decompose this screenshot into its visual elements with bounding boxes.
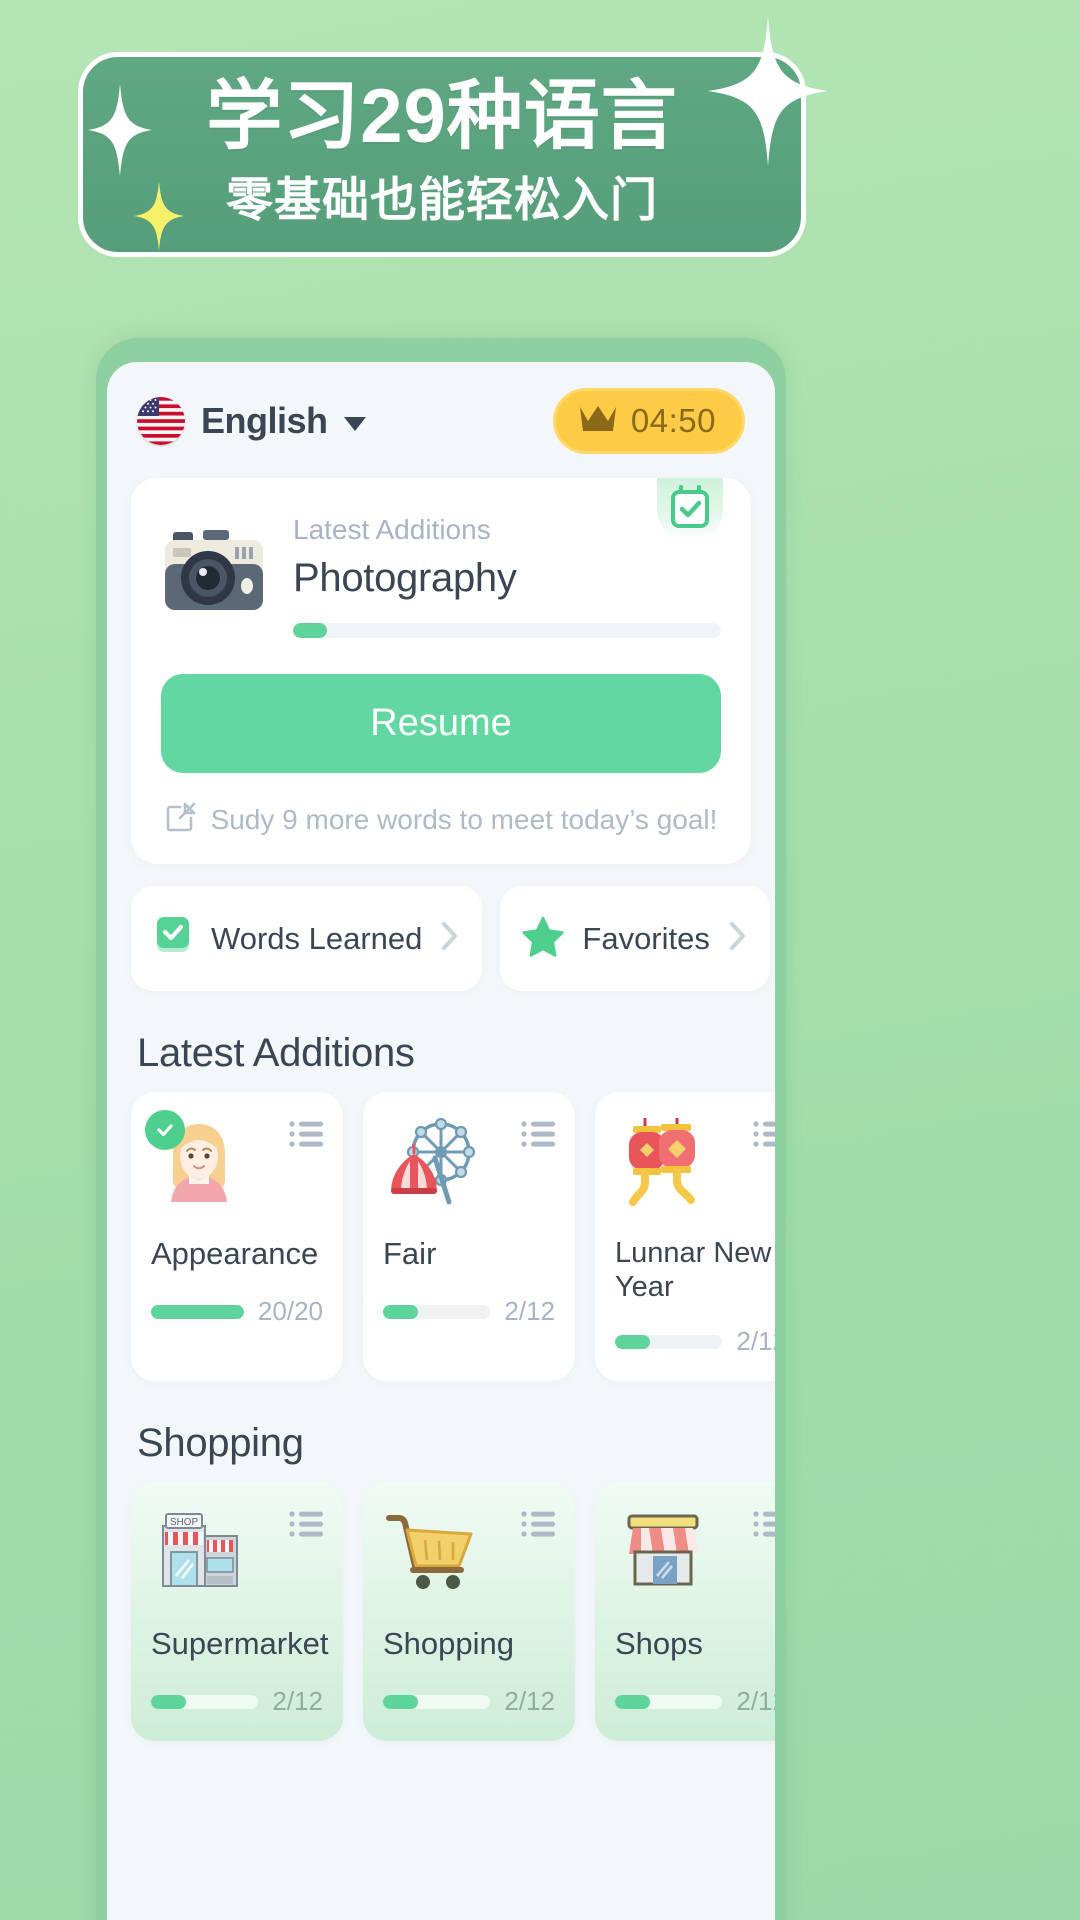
card-row-shopping[interactable]: SHOP Supermarket 2/12 Shopping 2/12 Shop… — [107, 1482, 775, 1742]
calendar-check-icon — [657, 478, 723, 542]
topic-count: 2/12 — [272, 1686, 323, 1717]
course-progress-fill — [293, 623, 328, 638]
promo-banner-subtitle: 零基础也能轻松入门 — [226, 173, 658, 226]
quick-link-label: Favorites — [582, 920, 710, 956]
language-selector[interactable]: English — [137, 397, 366, 445]
topic-name: Lunnar New Year — [615, 1237, 772, 1304]
course-title: Photography — [293, 556, 517, 600]
topic-card[interactable]: Shopping 2/12 — [363, 1482, 575, 1742]
topic-progress-track — [383, 1694, 491, 1709]
topic-name: Fair — [383, 1236, 437, 1271]
topic-count: 20/20 — [257, 1296, 323, 1326]
us-flag-icon — [137, 397, 185, 445]
section-title-latest-additions: Latest Additions — [137, 1031, 415, 1075]
completed-badge — [145, 1110, 185, 1150]
phone-frame: English 04:50 Latest Additions Photograp… — [96, 338, 786, 1920]
course-progress-track — [293, 623, 721, 638]
woman-blonde-icon — [145, 1110, 247, 1210]
topic-progress-track — [615, 1694, 723, 1709]
svg-text:SHOP: SHOP — [170, 1517, 199, 1528]
red-lanterns-icon — [615, 1114, 711, 1210]
chevron-down-icon — [343, 417, 366, 431]
premium-timer-badge[interactable]: 04:50 — [552, 388, 745, 454]
topic-count: 2/12 — [504, 1686, 555, 1717]
topic-card[interactable]: Appearance 20/20 — [131, 1092, 343, 1382]
topic-progress-fill — [151, 1304, 244, 1319]
course-eyebrow: Latest Additions — [293, 514, 491, 545]
quick-link-words-learned[interactable]: Words Learned — [131, 886, 483, 991]
section-title-shopping: Shopping — [137, 1421, 304, 1466]
shop-awning-icon — [615, 1504, 711, 1600]
check-square-icon — [153, 914, 193, 963]
promo-banner: 学习29种语言 零基础也能轻松入门 — [78, 16, 828, 257]
list-icon[interactable] — [289, 1510, 323, 1543]
quick-links-row: Words Learned Favorites — [131, 886, 770, 991]
topic-card[interactable]: Lunnar New Year 2/12 — [595, 1092, 775, 1382]
resume-button[interactable]: Resume — [161, 674, 721, 773]
language-label: English — [201, 400, 328, 441]
topic-name: Shopping — [383, 1626, 515, 1662]
list-icon[interactable] — [753, 1120, 775, 1153]
topic-name: Appearance — [151, 1236, 319, 1271]
app-screen: English 04:50 Latest Additions Photograp… — [107, 362, 775, 1920]
topic-progress-track — [615, 1334, 723, 1349]
card-row-latest-additions[interactable]: Appearance 20/20 Fair 2/12 Lunnar New Ye… — [107, 1092, 775, 1382]
topic-card[interactable]: Fair 2/12 — [363, 1092, 575, 1382]
topic-progress-fill — [615, 1334, 651, 1349]
promo-banner-body: 学习29种语言 零基础也能轻松入门 — [78, 52, 806, 257]
storefront-building-icon: SHOP — [151, 1504, 247, 1600]
topic-progress-track — [151, 1694, 259, 1709]
chevron-right-icon — [440, 920, 460, 957]
current-course-card[interactable]: Latest Additions Photography Resume Sudy… — [131, 478, 751, 864]
topic-progress-fill — [615, 1694, 651, 1709]
topic-name: Supermarket — [151, 1626, 329, 1662]
daily-goal-text: Sudy 9 more words to meet today’s goal! — [210, 803, 718, 835]
list-icon[interactable] — [521, 1120, 555, 1153]
list-icon[interactable] — [289, 1120, 323, 1153]
daily-goal-hint: Sudy 9 more words to meet today’s goal! — [161, 801, 721, 838]
course-summary: Latest Additions Photography — [161, 512, 721, 638]
list-icon[interactable] — [753, 1510, 775, 1543]
timer-value: 04:50 — [630, 402, 716, 439]
topic-progress-track — [151, 1304, 244, 1319]
topic-progress-fill — [383, 1304, 419, 1319]
star-icon — [522, 915, 565, 962]
app-header: English 04:50 — [107, 362, 775, 462]
crown-icon — [578, 403, 618, 439]
ferris-wheel-tent-icon — [383, 1114, 479, 1210]
shopping-cart-icon — [383, 1504, 479, 1600]
topic-progress-fill — [151, 1694, 187, 1709]
topic-progress-track — [383, 1304, 491, 1319]
chevron-right-icon — [728, 920, 748, 957]
promo-banner-title: 学习29种语言 — [206, 74, 678, 159]
topic-name: Shops — [615, 1626, 703, 1662]
quick-link-label: Words Learned — [211, 920, 423, 956]
topic-progress-fill — [383, 1694, 419, 1709]
topic-count: 2/12 — [736, 1686, 775, 1717]
edit-square-icon — [165, 801, 197, 838]
topic-count: 2/12 — [504, 1296, 555, 1326]
topic-card[interactable]: Shops 2/12 — [595, 1482, 775, 1742]
quick-link-favorites[interactable]: Favorites — [500, 886, 770, 991]
camera-icon — [161, 524, 267, 621]
topic-count: 2/12 — [736, 1326, 775, 1357]
list-icon[interactable] — [521, 1510, 555, 1543]
topic-card[interactable]: SHOP Supermarket 2/12 — [131, 1482, 343, 1742]
